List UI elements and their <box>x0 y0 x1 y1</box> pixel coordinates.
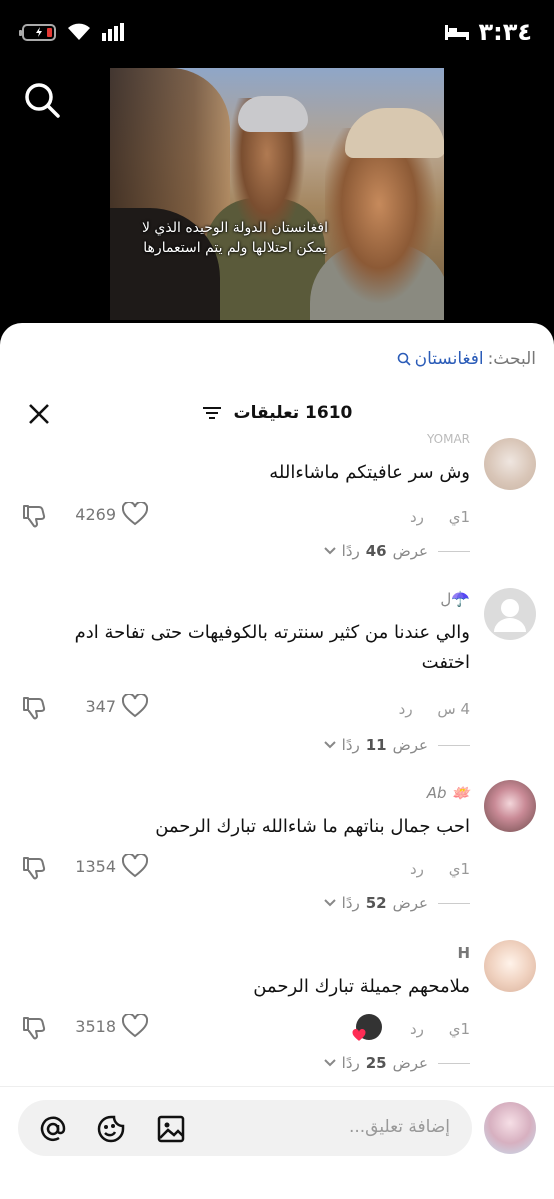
comment-meta: 1ي رد <box>410 508 470 526</box>
comment-item: ☂️ل والي عندنا من كثير سنترته بالكوفيهات… <box>0 588 554 758</box>
mention-icon[interactable] <box>38 1114 68 1144</box>
dislike-icon[interactable] <box>20 502 48 530</box>
like-button[interactable]: 1354 <box>75 854 148 878</box>
like-count: 1354 <box>75 856 116 876</box>
search-icon[interactable] <box>22 80 62 120</box>
search-term[interactable]: افغانستان <box>415 349 484 369</box>
search-label: البحث: <box>487 349 536 369</box>
replies-label: عرض <box>392 542 428 560</box>
search-suggestion[interactable]: البحث: افغانستان <box>397 349 536 369</box>
comment-item: H ملامحهم جميلة تبارك الرحمن 1ي رد 3518 … <box>0 940 554 1080</box>
chevron-down-icon <box>323 1059 336 1067</box>
comments-title: 1610 تعليقات <box>0 403 554 423</box>
status-icons-left <box>19 22 126 42</box>
comment-time: 1ي <box>448 860 470 878</box>
replies-unit: ردًا <box>341 736 360 754</box>
view-replies[interactable]: عرض 52 ردًا <box>323 894 470 912</box>
comment-text: ملامحهم جميلة تبارك الرحمن <box>253 976 470 997</box>
comment-text: احب جمال بناتهم ما شاءالله تبارك الرحمن <box>155 816 470 837</box>
replies-count: 25 <box>365 1054 387 1072</box>
comment-item: YOMAR وش سر عافيتكم ماشاءالله 1ي رد 4269… <box>0 430 554 570</box>
replies-label: عرض <box>392 736 428 754</box>
status-bar: ٣:٣٤ <box>0 0 554 62</box>
chevron-down-icon <box>323 547 336 555</box>
comment-count: 1610 تعليقات <box>233 403 353 423</box>
avatar[interactable] <box>484 780 536 832</box>
status-right: ٣:٣٤ <box>444 18 532 46</box>
reply-button[interactable]: رد <box>410 860 424 878</box>
comment-time: 1ي <box>448 1020 470 1038</box>
bed-icon <box>445 25 470 40</box>
like-count: 3518 <box>75 1016 116 1036</box>
replies-unit: ردًا <box>341 542 360 560</box>
wifi-icon <box>68 23 90 40</box>
status-time: ٣:٣٤ <box>478 18 532 46</box>
filter-icon[interactable] <box>202 405 222 421</box>
comment-username[interactable]: 🪷 Ab <box>427 784 470 802</box>
comment-text: وش سر عافيتكم ماشاءالله <box>269 462 470 483</box>
comment-username[interactable]: H <box>457 944 470 962</box>
comment-username[interactable]: ☂️ل <box>440 590 470 608</box>
my-avatar[interactable] <box>484 1102 536 1154</box>
comments-header: 1610 تعليقات <box>0 395 554 435</box>
like-count: 4269 <box>75 504 116 524</box>
avatar[interactable] <box>484 588 536 640</box>
replies-count: 11 <box>365 736 387 754</box>
comment-input-placeholder: إضافة تعليق... <box>348 1117 450 1137</box>
emoji-icon[interactable] <box>96 1114 126 1144</box>
reply-button[interactable]: رد <box>410 1020 424 1038</box>
comment-username[interactable]: YOMAR <box>427 432 470 446</box>
like-count: 347 <box>85 696 116 716</box>
heart-icon <box>122 502 148 526</box>
battery-icon <box>19 23 56 41</box>
like-button[interactable]: 347 <box>85 694 148 718</box>
creator-liked-badge <box>352 1014 382 1041</box>
dislike-icon[interactable] <box>20 1014 48 1042</box>
dislike-icon[interactable] <box>20 694 48 722</box>
comment-meta: 4 س رد <box>399 700 470 718</box>
video-subtitle: افغانستان الدولة الوحيده الذي لا يمكن اح… <box>142 220 328 256</box>
view-replies[interactable]: عرض 11 ردًا <box>323 736 470 754</box>
reply-button[interactable]: رد <box>399 700 413 718</box>
comment-meta: 1ي رد <box>410 1020 470 1038</box>
signal-icon <box>102 23 124 41</box>
comment-time: 4 س <box>437 700 470 718</box>
comment-meta: 1ي رد <box>410 860 470 878</box>
view-replies[interactable]: عرض 46 ردًا <box>323 542 470 560</box>
view-replies[interactable]: عرض 25 ردًا <box>323 1054 470 1072</box>
replies-unit: ردًا <box>341 1054 360 1072</box>
comment-input[interactable]: إضافة تعليق... <box>18 1100 472 1156</box>
chevron-down-icon <box>323 899 336 907</box>
replies-label: عرض <box>392 894 428 912</box>
comment-time: 1ي <box>448 508 470 526</box>
comment-text: والي عندنا من كثير سنترته بالكوفيهات حتى… <box>74 622 470 673</box>
reply-button[interactable]: رد <box>410 508 424 526</box>
chevron-down-icon <box>323 741 336 749</box>
composer-divider <box>0 1086 554 1087</box>
replies-label: عرض <box>392 1054 428 1072</box>
like-button[interactable]: 3518 <box>75 1014 148 1038</box>
heart-icon <box>122 1014 148 1038</box>
avatar[interactable] <box>484 438 536 490</box>
dislike-icon[interactable] <box>20 854 48 882</box>
heart-icon <box>122 854 148 878</box>
replies-count: 52 <box>365 894 387 912</box>
replies-unit: ردًا <box>341 894 360 912</box>
comment-item: 🪷 Ab احب جمال بناتهم ما شاءالله تبارك ال… <box>0 780 554 920</box>
like-button[interactable]: 4269 <box>75 502 148 526</box>
heart-icon <box>122 694 148 718</box>
avatar[interactable] <box>484 940 536 992</box>
image-icon[interactable] <box>156 1114 186 1144</box>
replies-count: 46 <box>365 542 387 560</box>
heart-icon <box>352 1029 366 1041</box>
video-frame[interactable]: افغانستان الدولة الوحيده الذي لا يمكن اح… <box>110 68 444 320</box>
search-small-icon <box>397 352 411 366</box>
